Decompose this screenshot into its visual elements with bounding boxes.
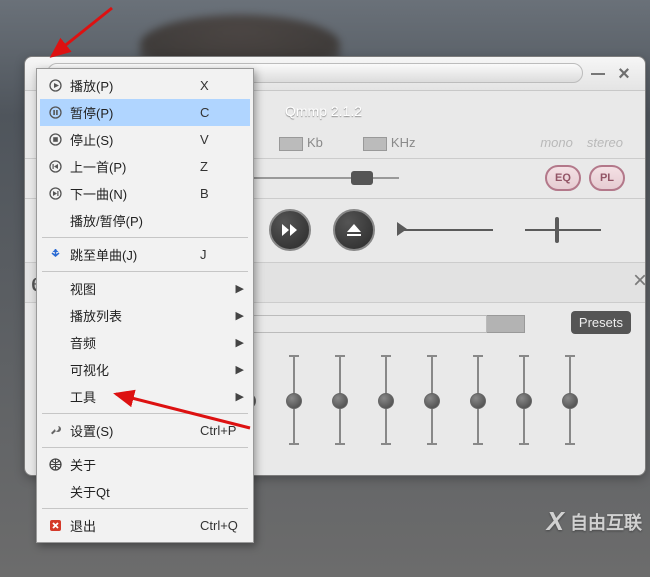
menu-item-label: 退出 <box>66 516 200 535</box>
submenu-arrow-icon: ▶ <box>236 390 244 403</box>
menu-item[interactable]: 播放列表▶ <box>40 302 250 329</box>
eq-knob[interactable] <box>562 393 578 409</box>
submenu-arrow-icon: ▶ <box>236 363 244 376</box>
wrench-icon <box>44 424 66 437</box>
minimize-button[interactable] <box>591 73 605 75</box>
menu-item-label: 下一曲(N) <box>66 184 200 203</box>
menu-item-label: 暂停(P) <box>66 103 200 122</box>
mono-label: mono <box>540 135 573 150</box>
menu-item-shortcut: Ctrl+Q <box>200 518 244 533</box>
menu-item[interactable]: 停止(S)V <box>40 126 250 153</box>
eq-knob[interactable] <box>378 393 394 409</box>
menu-item[interactable]: 关于Qt <box>40 478 250 505</box>
khz-label: KHz <box>391 135 416 150</box>
eq-knob[interactable] <box>470 393 486 409</box>
menu-item-label: 音频 <box>66 333 244 352</box>
next-icon <box>44 187 66 200</box>
eq-knob[interactable] <box>332 393 348 409</box>
balance-thumb[interactable] <box>351 171 373 185</box>
quit-icon <box>44 519 66 532</box>
menu-item[interactable]: 视图▶ <box>40 275 250 302</box>
menu-item-shortcut: Ctrl+P <box>200 423 244 438</box>
indicator-tick <box>555 217 559 243</box>
menu-item-shortcut: J <box>200 247 244 262</box>
menu-separator <box>42 413 248 414</box>
kb-label: Kb <box>307 135 323 150</box>
menu-item-shortcut: X <box>200 78 244 93</box>
pause-icon <box>44 106 66 119</box>
menu-item[interactable]: 播放(P)X <box>40 72 250 99</box>
menu-separator <box>42 508 248 509</box>
eq-band-5[interactable] <box>385 355 387 445</box>
menu-separator <box>42 447 248 448</box>
menu-separator <box>42 237 248 238</box>
menu-item[interactable]: 播放/暂停(P) <box>40 207 250 234</box>
stop-icon <box>44 133 66 146</box>
menu-item-label: 视图 <box>66 279 244 298</box>
indicator-bar <box>525 229 601 231</box>
eq-band-3[interactable] <box>293 355 295 445</box>
eq-knob[interactable] <box>516 393 532 409</box>
menu-item[interactable]: 退出Ctrl+Q <box>40 512 250 539</box>
eq-close-button[interactable]: × <box>633 267 647 295</box>
eq-band-4[interactable] <box>339 355 341 445</box>
menu-item-label: 跳至单曲(J) <box>66 245 200 264</box>
bitrate-info: Kb KHz <box>279 135 415 151</box>
jump-icon <box>44 248 66 261</box>
submenu-arrow-icon: ▶ <box>236 282 244 295</box>
eq-knob[interactable] <box>424 393 440 409</box>
menu-item-label: 播放列表 <box>66 306 244 325</box>
menu-item[interactable]: 关于 <box>40 451 250 478</box>
seek-arrow-icon <box>397 222 407 236</box>
menu-item[interactable]: 跳至单曲(J)J <box>40 241 250 268</box>
menu-separator <box>42 271 248 272</box>
eq-band-9[interactable] <box>569 355 571 445</box>
menu-item-label: 播放/暂停(P) <box>66 211 200 230</box>
watermark: X自由互联 <box>547 506 642 537</box>
play-icon <box>44 79 66 92</box>
menu-item-shortcut: B <box>200 186 244 201</box>
eq-toggle-button[interactable]: EQ <box>545 165 581 191</box>
seek-slider[interactable] <box>397 229 493 231</box>
forward-button[interactable] <box>269 209 311 251</box>
prev-icon <box>44 160 66 173</box>
app-title: Qmmp 2.1.2 <box>285 103 362 119</box>
menu-item[interactable]: 工具▶ <box>40 383 250 410</box>
submenu-arrow-icon: ▶ <box>236 336 244 349</box>
menu-item[interactable]: 音频▶ <box>40 329 250 356</box>
pl-toggle-button[interactable]: PL <box>589 165 625 191</box>
eq-band-8[interactable] <box>523 355 525 445</box>
submenu-arrow-icon: ▶ <box>236 309 244 322</box>
menu-item[interactable]: 上一首(P)Z <box>40 153 250 180</box>
menu-item-shortcut: Z <box>200 159 244 174</box>
menu-item[interactable]: 下一曲(N)B <box>40 180 250 207</box>
menu-item-shortcut: C <box>200 105 244 120</box>
eq-band-7[interactable] <box>477 355 479 445</box>
menu-item-label: 可视化 <box>66 360 244 379</box>
menu-item[interactable]: 暂停(P)C <box>40 99 250 126</box>
menu-item-label: 关于 <box>66 455 200 474</box>
menu-item[interactable]: 设置(S)Ctrl+P <box>40 417 250 444</box>
eject-button[interactable] <box>333 209 375 251</box>
globe-icon <box>44 458 66 471</box>
presets-button[interactable]: Presets <box>571 311 631 334</box>
menu-item-label: 关于Qt <box>66 482 200 501</box>
close-button[interactable]: × <box>613 63 635 85</box>
eq-band-6[interactable] <box>431 355 433 445</box>
menu-item-label: 播放(P) <box>66 76 200 95</box>
stereo-label: stereo <box>587 135 623 150</box>
menu-item-shortcut: V <box>200 132 244 147</box>
menu-item[interactable]: 可视化▶ <box>40 356 250 383</box>
balance-slider[interactable] <box>265 177 385 179</box>
context-menu: 播放(P)X暂停(P)C停止(S)V上一首(P)Z下一曲(N)B播放/暂停(P)… <box>36 68 254 543</box>
menu-item-label: 上一首(P) <box>66 157 200 176</box>
menu-item-label: 设置(S) <box>66 421 200 440</box>
eq-knob[interactable] <box>286 393 302 409</box>
menu-item-label: 工具 <box>66 387 244 406</box>
menu-item-label: 停止(S) <box>66 130 200 149</box>
